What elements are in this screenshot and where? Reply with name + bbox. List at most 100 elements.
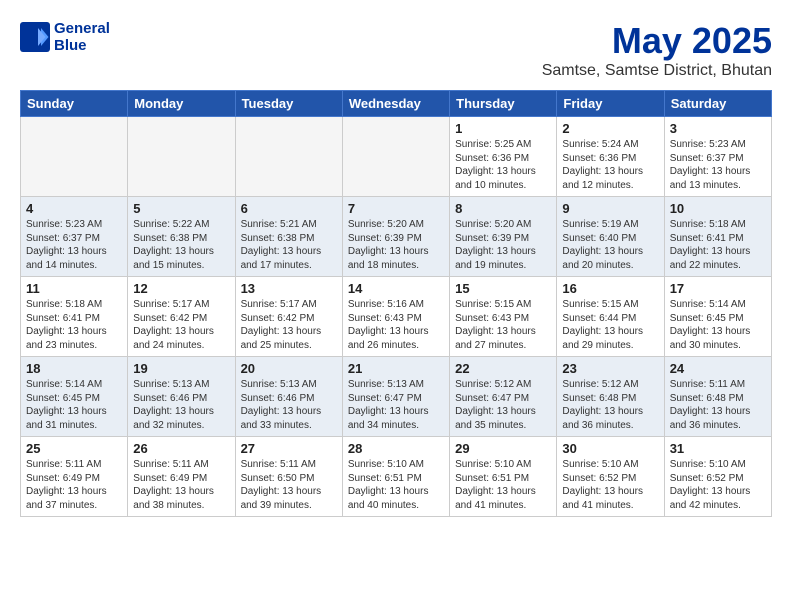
day-info: Sunrise: 5:24 AM Sunset: 6:36 PM Dayligh… [562,138,658,192]
day-info: Sunrise: 5:15 AM Sunset: 6:43 PM Dayligh… [455,298,551,352]
calendar-cell: 14Sunrise: 5:16 AM Sunset: 6:43 PM Dayli… [342,277,449,357]
day-info: Sunrise: 5:25 AM Sunset: 6:36 PM Dayligh… [455,138,551,192]
day-info: Sunrise: 5:13 AM Sunset: 6:46 PM Dayligh… [241,378,337,432]
day-info: Sunrise: 5:18 AM Sunset: 6:41 PM Dayligh… [670,218,766,272]
day-info: Sunrise: 5:23 AM Sunset: 6:37 PM Dayligh… [670,138,766,192]
day-info: Sunrise: 5:10 AM Sunset: 6:52 PM Dayligh… [562,458,658,512]
day-number: 15 [455,281,551,296]
day-info: Sunrise: 5:10 AM Sunset: 6:51 PM Dayligh… [348,458,444,512]
col-header-monday: Monday [128,91,235,117]
calendar-cell: 13Sunrise: 5:17 AM Sunset: 6:42 PM Dayli… [235,277,342,357]
day-info: Sunrise: 5:11 AM Sunset: 6:48 PM Dayligh… [670,378,766,432]
day-info: Sunrise: 5:13 AM Sunset: 6:46 PM Dayligh… [133,378,229,432]
calendar-cell: 11 Sunrise: 5:18 AM Sunset: 6:41 PM Dayli… [21,277,128,357]
title-block: May 2025 Samtse, Samtse District, Bhutan [542,20,772,80]
calendar-cell: 6Sunrise: 5:21 AM Sunset: 6:38 PM Daylig… [235,197,342,277]
day-info: Sunrise: 5:20 AM Sunset: 6:39 PM Dayligh… [455,218,551,272]
day-info: Sunrise: 5:18 AM Sunset: 6:41 PM Dayligh… [26,298,122,352]
day-info: Sunrise: 5:20 AM Sunset: 6:39 PM Dayligh… [348,218,444,272]
calendar-cell: 17 Sunrise: 5:14 AM Sunset: 6:45 PM Dayli… [664,277,771,357]
day-number: 20 [241,361,337,376]
week-row-4: 18Sunrise: 5:14 AM Sunset: 6:45 PM Dayli… [21,357,772,437]
col-header-sunday: Sunday [21,91,128,117]
calendar-cell: 26 Sunrise: 5:11 AM Sunset: 6:49 PM Dayli… [128,437,235,517]
day-number: 14 [348,281,444,296]
col-header-saturday: Saturday [664,91,771,117]
day-info: Sunrise: 5:12 AM Sunset: 6:47 PM Dayligh… [455,378,551,432]
calendar-cell: 19 Sunrise: 5:13 AM Sunset: 6:46 PM Dayli… [128,357,235,437]
calendar-cell: 3Sunrise: 5:23 AM Sunset: 6:37 PM Daylig… [664,117,771,197]
day-number: 11 [26,281,122,296]
day-number: 23 [562,361,658,376]
day-number: 12 [133,281,229,296]
week-row-2: 4 Sunrise: 5:23 AM Sunset: 6:37 PM Daylig… [21,197,772,277]
calendar-cell: 9Sunrise: 5:19 AM Sunset: 6:40 PM Daylig… [557,197,664,277]
day-info: Sunrise: 5:14 AM Sunset: 6:45 PM Dayligh… [26,378,122,432]
day-number: 25 [26,441,122,456]
day-info: Sunrise: 5:19 AM Sunset: 6:40 PM Dayligh… [562,218,658,272]
calendar-cell: 25 Sunrise: 5:11 AM Sunset: 6:49 PM Dayli… [21,437,128,517]
day-info: Sunrise: 5:11 AM Sunset: 6:49 PM Dayligh… [133,458,229,512]
day-info: Sunrise: 5:11 AM Sunset: 6:49 PM Dayligh… [26,458,122,512]
calendar-cell: 18Sunrise: 5:14 AM Sunset: 6:45 PM Dayli… [21,357,128,437]
col-header-friday: Friday [557,91,664,117]
calendar-cell [342,117,449,197]
calendar-cell: 2 Sunrise: 5:24 AM Sunset: 6:36 PM Daylig… [557,117,664,197]
day-number: 28 [348,441,444,456]
calendar-cell: 20 Sunrise: 5:13 AM Sunset: 6:46 PM Dayli… [235,357,342,437]
day-number: 2 [562,121,658,136]
day-number: 17 [670,281,766,296]
day-info: Sunrise: 5:22 AM Sunset: 6:38 PM Dayligh… [133,218,229,272]
day-info: Sunrise: 5:10 AM Sunset: 6:52 PM Dayligh… [670,458,766,512]
day-info: Sunrise: 5:17 AM Sunset: 6:42 PM Dayligh… [241,298,337,352]
calendar-cell [21,117,128,197]
logo: General Blue [20,20,110,54]
day-number: 21 [348,361,444,376]
day-headers-row: SundayMondayTuesdayWednesdayThursdayFrid… [21,91,772,117]
day-number: 7 [348,201,444,216]
calendar-table: SundayMondayTuesdayWednesdayThursdayFrid… [20,90,772,517]
day-info: Sunrise: 5:11 AM Sunset: 6:50 PM Dayligh… [241,458,337,512]
calendar-cell: 16Sunrise: 5:15 AM Sunset: 6:44 PM Dayli… [557,277,664,357]
day-number: 22 [455,361,551,376]
page: General Blue May 2025 Samtse, Samtse Dis… [0,0,792,527]
main-title: May 2025 [542,20,772,62]
day-info: Sunrise: 5:12 AM Sunset: 6:48 PM Dayligh… [562,378,658,432]
day-number: 24 [670,361,766,376]
day-number: 1 [455,121,551,136]
day-number: 31 [670,441,766,456]
calendar-cell: 8Sunrise: 5:20 AM Sunset: 6:39 PM Daylig… [450,197,557,277]
calendar-cell [235,117,342,197]
week-row-1: 1 Sunrise: 5:25 AM Sunset: 6:36 PM Daylig… [21,117,772,197]
day-info: Sunrise: 5:17 AM Sunset: 6:42 PM Dayligh… [133,298,229,352]
calendar-cell: 12 Sunrise: 5:17 AM Sunset: 6:42 PM Dayli… [128,277,235,357]
day-number: 10 [670,201,766,216]
calendar-cell: 24 Sunrise: 5:11 AM Sunset: 6:48 PM Dayli… [664,357,771,437]
col-header-wednesday: Wednesday [342,91,449,117]
calendar-cell: 21Sunrise: 5:13 AM Sunset: 6:47 PM Dayli… [342,357,449,437]
calendar-cell: 15 Sunrise: 5:15 AM Sunset: 6:43 PM Dayli… [450,277,557,357]
calendar-cell: 1 Sunrise: 5:25 AM Sunset: 6:36 PM Daylig… [450,117,557,197]
calendar-cell: 31 Sunrise: 5:10 AM Sunset: 6:52 PM Dayli… [664,437,771,517]
col-header-tuesday: Tuesday [235,91,342,117]
week-row-3: 11 Sunrise: 5:18 AM Sunset: 6:41 PM Dayli… [21,277,772,357]
header: General Blue May 2025 Samtse, Samtse Dis… [20,20,772,80]
logo-icon [20,22,50,52]
calendar-cell: 30Sunrise: 5:10 AM Sunset: 6:52 PM Dayli… [557,437,664,517]
calendar-cell: 23 Sunrise: 5:12 AM Sunset: 6:48 PM Dayli… [557,357,664,437]
day-info: Sunrise: 5:15 AM Sunset: 6:44 PM Dayligh… [562,298,658,352]
col-header-thursday: Thursday [450,91,557,117]
calendar-cell: 28 Sunrise: 5:10 AM Sunset: 6:51 PM Dayli… [342,437,449,517]
calendar-cell: 27Sunrise: 5:11 AM Sunset: 6:50 PM Dayli… [235,437,342,517]
week-row-5: 25 Sunrise: 5:11 AM Sunset: 6:49 PM Dayli… [21,437,772,517]
day-number: 19 [133,361,229,376]
day-number: 26 [133,441,229,456]
day-info: Sunrise: 5:14 AM Sunset: 6:45 PM Dayligh… [670,298,766,352]
subtitle: Samtse, Samtse District, Bhutan [542,62,772,80]
day-number: 4 [26,201,122,216]
calendar-cell: 7 Sunrise: 5:20 AM Sunset: 6:39 PM Daylig… [342,197,449,277]
day-number: 29 [455,441,551,456]
day-number: 6 [241,201,337,216]
day-info: Sunrise: 5:23 AM Sunset: 6:37 PM Dayligh… [26,218,122,272]
calendar-cell: 29Sunrise: 5:10 AM Sunset: 6:51 PM Dayli… [450,437,557,517]
